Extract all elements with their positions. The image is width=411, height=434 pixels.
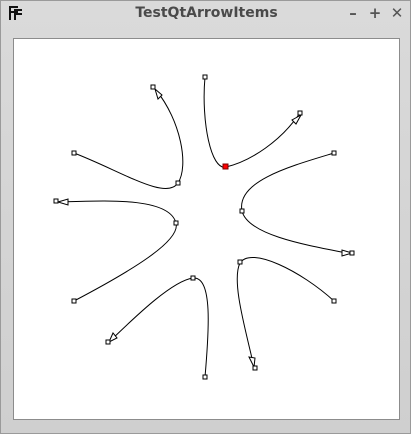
arrow-head <box>56 198 69 206</box>
control-handle[interactable] <box>297 110 303 116</box>
control-handle[interactable] <box>105 339 111 345</box>
arrow-item[interactable] <box>107 277 209 378</box>
control-handle[interactable] <box>331 298 337 304</box>
arrow-curve <box>241 152 353 255</box>
arrow-curve <box>73 89 184 189</box>
arrow-item[interactable] <box>203 76 303 168</box>
control-handle[interactable] <box>190 275 196 281</box>
control-handle[interactable] <box>202 74 208 80</box>
arrow-item[interactable] <box>56 198 177 302</box>
graphics-scene[interactable] <box>13 38 400 420</box>
arrow-head <box>154 87 163 100</box>
control-handle[interactable] <box>252 365 258 371</box>
selected-control-handle[interactable] <box>222 163 229 170</box>
control-handle[interactable] <box>349 250 355 256</box>
control-handle[interactable] <box>331 150 337 156</box>
close-button[interactable]: ✕ <box>388 4 406 22</box>
control-handle[interactable] <box>71 150 77 156</box>
arrow-curve <box>57 200 177 302</box>
control-handle[interactable] <box>53 198 59 204</box>
arrow-item[interactable] <box>73 87 184 189</box>
arrow-item[interactable] <box>236 257 335 369</box>
app-window: TestQtArrowItems – + ✕ <box>0 0 411 434</box>
arrow-curve <box>108 277 209 378</box>
arrow-item[interactable] <box>241 152 354 257</box>
arrow-curve <box>236 257 335 368</box>
control-handle[interactable] <box>175 180 181 186</box>
control-handle[interactable] <box>71 298 77 304</box>
maximize-button[interactable]: + <box>366 4 384 22</box>
control-handle[interactable] <box>239 208 245 214</box>
minimize-button[interactable]: – <box>344 4 362 22</box>
control-handle[interactable] <box>237 259 243 265</box>
title-bar[interactable]: TestQtArrowItems – + ✕ <box>1 1 411 26</box>
control-handle[interactable] <box>173 220 179 226</box>
control-handle[interactable] <box>150 84 156 90</box>
control-handle[interactable] <box>202 374 208 380</box>
arrow-curve <box>203 76 301 168</box>
